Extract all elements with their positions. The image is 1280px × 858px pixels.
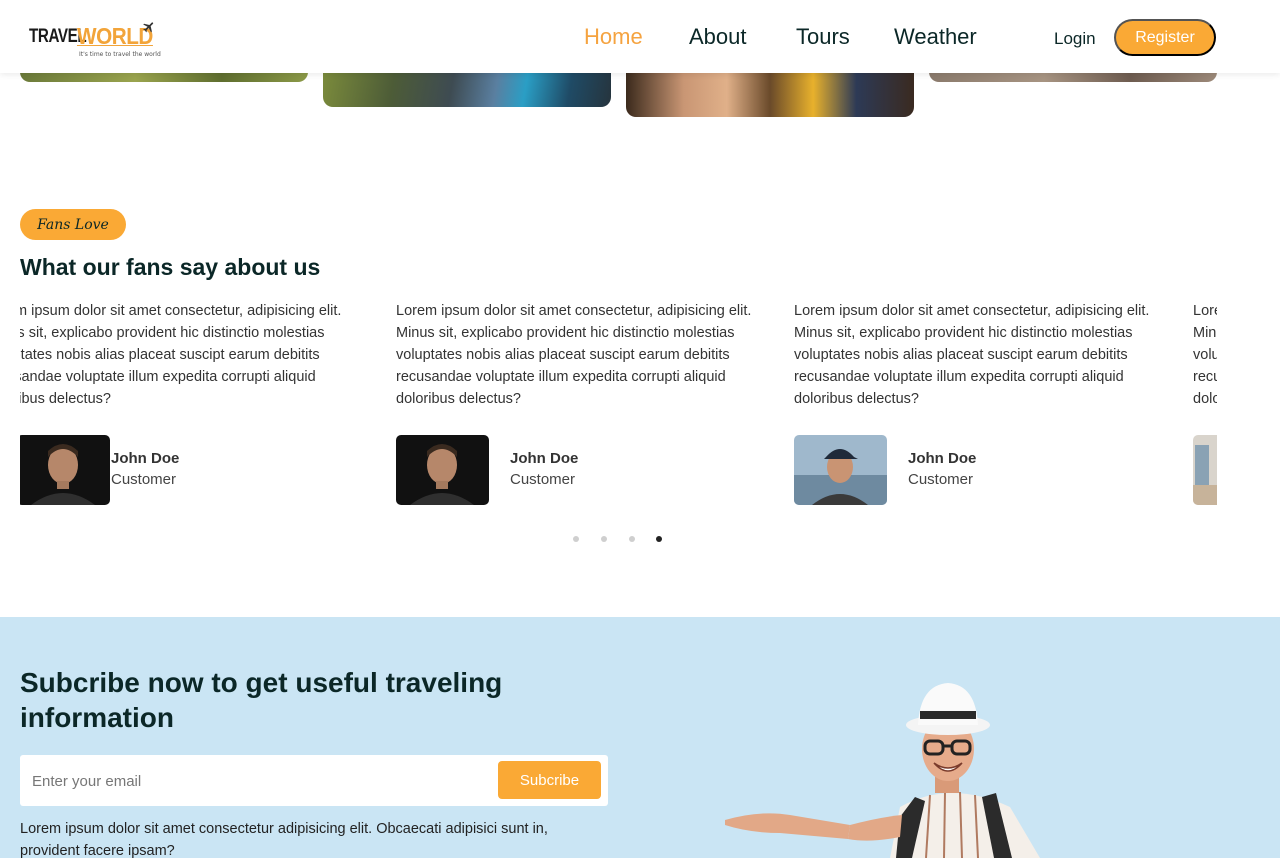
testimonial-name: John Doe — [510, 450, 579, 467]
nav-home-link[interactable]: Home — [584, 24, 643, 50]
logo-tagline: It's time to travel the world — [79, 51, 161, 58]
newsletter-title: Subcribe now to get useful traveling inf… — [20, 667, 503, 733]
nav-about-link[interactable]: About — [689, 24, 747, 50]
newsletter-form: Subcribe — [20, 755, 608, 806]
brand-logo[interactable]: TRAVEL WORLD It's time to travel the wor… — [27, 20, 161, 62]
avatar — [20, 435, 110, 505]
testimonial-card: Lorem ipsum dolor sit amet consectetur, … — [1193, 300, 1217, 410]
traveler-illustration — [725, 683, 1040, 858]
testimonials-title: What our fans say about us — [20, 254, 321, 280]
carousel-dot[interactable] — [573, 536, 579, 542]
testimonial-card: Lorem ipsum dolor sit amet consectetur, … — [20, 300, 361, 410]
nav-tours-link[interactable]: Tours — [796, 24, 850, 50]
testimonial-name: John Doe — [908, 450, 977, 467]
newsletter-section: Subcribe now to get useful traveling inf… — [0, 617, 1280, 858]
testimonial-text: Lorem ipsum dolor sit amet consectetur, … — [1193, 303, 1217, 407]
airplane-icon — [143, 22, 154, 33]
email-input[interactable] — [32, 768, 492, 794]
newsletter-description: Lorem ipsum dolor sit amet consectetur a… — [20, 821, 548, 858]
carousel-dot[interactable] — [629, 536, 635, 542]
testimonial-role: Customer — [908, 471, 974, 488]
site-header: TRAVEL WORLD It's time to travel the wor… — [0, 0, 1280, 73]
login-link[interactable]: Login — [1054, 29, 1096, 49]
testimonial-name: John Doe — [111, 450, 180, 467]
avatar — [794, 435, 887, 505]
testimonial-role: Customer — [111, 471, 177, 488]
testimonial-card: Lorem ipsum dolor sit amet consectetur, … — [794, 300, 1169, 410]
carousel-dot[interactable] — [601, 536, 607, 542]
carousel-dot-active[interactable] — [656, 536, 662, 542]
avatar — [1193, 435, 1217, 505]
avatar — [396, 435, 489, 505]
fans-love-badge: Fans Love — [20, 209, 126, 240]
nav-weather-link[interactable]: Weather — [894, 24, 977, 50]
testimonial-card: Lorem ipsum dolor sit amet consectetur, … — [396, 300, 771, 410]
testimonials-carousel[interactable]: Lorem ipsum dolor sit amet consectetur, … — [20, 300, 1217, 530]
testimonial-text: Lorem ipsum dolor sit amet consectetur, … — [794, 303, 1150, 407]
register-button[interactable]: Register — [1114, 19, 1216, 56]
subscribe-button[interactable]: Subcribe — [498, 761, 601, 799]
testimonial-text: Lorem ipsum dolor sit amet consectetur, … — [396, 303, 752, 407]
testimonial-role: Customer — [510, 471, 576, 488]
testimonial-text: Lorem ipsum dolor sit amet consectetur, … — [20, 303, 342, 407]
